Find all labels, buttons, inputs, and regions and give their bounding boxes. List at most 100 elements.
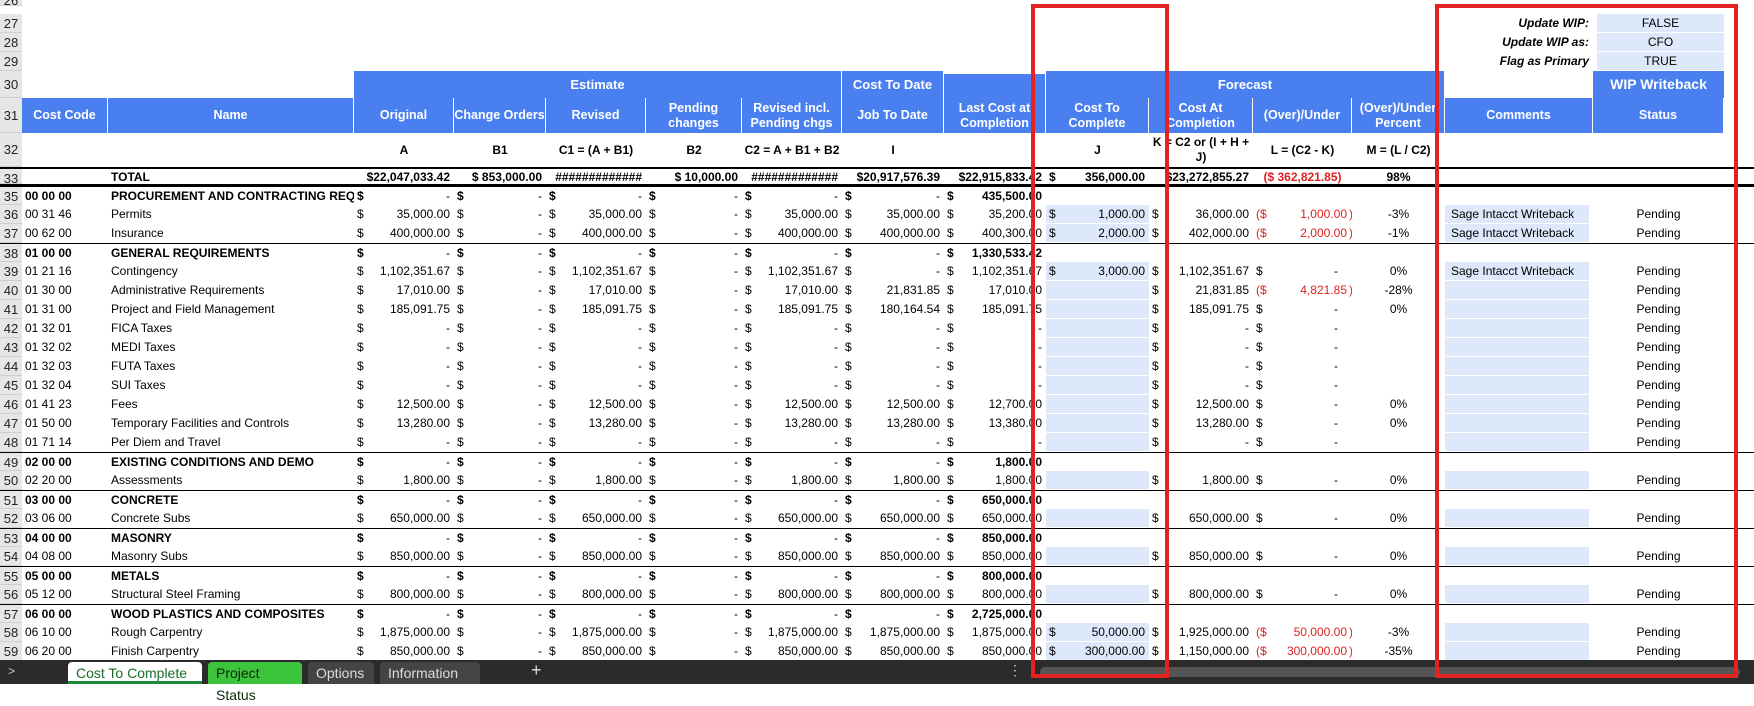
cell-revp[interactable]: $13,280.00 [742,414,842,433]
cell-rev[interactable]: $1,875,000.00 [546,623,646,642]
cost-code[interactable]: 04 08 00 [22,547,108,566]
cost-code[interactable]: 01 00 00 [22,244,108,262]
cell-last[interactable]: $435,500.00 [944,187,1046,205]
cost-to-complete-input[interactable]: $1,000.00 [1046,205,1149,224]
cell-revp[interactable]: $1,102,351.67 [742,262,842,281]
cell-last[interactable]: $1,330,533.42 [944,244,1046,262]
column-header-4[interactable]: Revised [546,98,646,133]
cell-over-under[interactable]: $ - [1253,262,1352,281]
spreadsheet-grid[interactable]: 26 27 Update WIP: FALSE 28 Update WIP as: CFO 2… [0,0,1754,660]
cell-co[interactable]: $ - [454,244,546,262]
cell-over-under[interactable]: ($300,000.00) [1253,642,1352,660]
update-wip-as-value[interactable]: CFO [1597,33,1724,52]
cell-jtd[interactable]: $ - [842,529,944,547]
cell-last[interactable]: $13,380.00 [944,414,1046,433]
cell-orig[interactable]: $12,500.00 [354,395,454,414]
cell-rev[interactable]: $ - [546,453,646,471]
cell-last[interactable]: $185,091.75 [944,300,1046,319]
cell-last[interactable]: $850,000.00 [944,547,1046,566]
cell-last[interactable]: $650,000.00 [944,509,1046,528]
cell-co[interactable]: $ - [454,491,546,509]
cell-revp[interactable]: $17,010.00 [742,281,842,300]
cell-co[interactable]: $ - [454,205,546,224]
cell-pend[interactable]: $ - [646,623,742,642]
cell-revp[interactable]: $1,875,000.00 [742,623,842,642]
cell-pend[interactable]: $ - [646,357,742,376]
comment-input[interactable] [1445,281,1589,300]
row-header[interactable]: 54 [0,547,22,566]
cell-jtd[interactable]: $ - [842,244,944,262]
cell-revp[interactable]: $850,000.00 [742,642,842,660]
column-header-12[interactable]: (Over)/Under Percent [1352,98,1445,133]
cell-revp[interactable]: $ - [742,338,842,357]
cell-cost-at-completion[interactable]: $ - [1149,357,1253,376]
column-header-6[interactable]: Revised incl. Pending chgs [742,98,842,133]
cell-cost-at-completion[interactable]: $ - [1149,376,1253,395]
comment-input[interactable] [1445,376,1589,395]
cell-orig[interactable]: $ - [354,338,454,357]
cell-rev[interactable]: $35,000.00 [546,205,646,224]
cell-last[interactable]: $12,700.00 [944,395,1046,414]
cell-co[interactable]: $ - [454,319,546,338]
row-header[interactable]: 39 [0,262,22,281]
comment-input[interactable] [1445,547,1589,566]
cell-over-under[interactable]: $ - [1253,376,1352,395]
cell-orig[interactable]: $ - [354,357,454,376]
cost-code[interactable]: 01 32 02 [22,338,108,357]
cell-revp[interactable]: $1,800.00 [742,471,842,490]
row-header[interactable]: 36 [0,205,22,224]
cost-code[interactable]: 01 21 16 [22,262,108,281]
cell-revp[interactable]: $ - [742,605,842,623]
cost-code[interactable]: 03 06 00 [22,509,108,528]
row-header[interactable]: 28 [0,33,22,52]
line-item-name[interactable]: MASONRY [108,529,354,547]
cell-co[interactable]: $ - [454,585,546,604]
cell-revp[interactable]: $ - [742,187,842,205]
line-item-name[interactable]: Fees [108,395,354,414]
cell-pend[interactable]: $ - [646,395,742,414]
cell-revp[interactable]: $ - [742,529,842,547]
horizontal-scrollbar[interactable] [1040,667,1740,677]
cell-jtd[interactable]: $800,000.00 [842,585,944,604]
cell-co[interactable]: $ - [454,281,546,300]
cost-code[interactable]: 01 50 00 [22,414,108,433]
cell-cost-at-completion[interactable]: $ - [1149,433,1253,452]
line-item-name[interactable]: Rough Carpentry [108,623,354,642]
cell-over-under[interactable]: $ - [1253,338,1352,357]
row-header[interactable]: 42 [0,319,22,338]
cell-percent[interactable]: 0% [1352,585,1445,604]
row-header[interactable]: 57 [0,605,22,623]
cell-percent[interactable]: 0% [1352,471,1445,490]
cell-orig[interactable]: $1,800.00 [354,471,454,490]
comment-input[interactable] [1445,395,1589,414]
row-header[interactable]: 37 [0,224,22,243]
cost-to-complete-input[interactable]: $2,000.00 [1046,224,1149,243]
cell-pend[interactable]: $ - [646,605,742,623]
cell-orig[interactable]: $ - [354,244,454,262]
line-item-name[interactable]: MEDI Taxes [108,338,354,357]
line-item-name[interactable]: FICA Taxes [108,319,354,338]
cell-rev[interactable]: $ - [546,605,646,623]
cell-over-under[interactable]: $ - [1253,509,1352,528]
row-header[interactable]: 38 [0,244,22,262]
cell-over-under[interactable]: $ - [1253,414,1352,433]
cell-jtd[interactable]: $12,500.00 [842,395,944,414]
cell-co[interactable]: $ - [454,187,546,205]
cell-orig[interactable]: $850,000.00 [354,547,454,566]
cost-code[interactable]: 04 00 00 [22,529,108,547]
column-header-13[interactable]: Comments [1445,98,1593,133]
cell-jtd[interactable]: $ - [842,605,944,623]
more-options-icon[interactable]: ⋮ [1008,662,1022,679]
line-item-name[interactable]: Contingency [108,262,354,281]
row-header[interactable]: 52 [0,509,22,528]
cell-revp[interactable]: $ - [742,433,842,452]
cell-rev[interactable]: $ - [546,376,646,395]
cell-over-under[interactable]: ($1,000.00) [1253,205,1352,224]
line-item-name[interactable]: Assessments [108,471,354,490]
row-header[interactable]: 55 [0,567,22,585]
cell-co[interactable]: $ - [454,376,546,395]
cell-revp[interactable]: $ - [742,491,842,509]
cell-last[interactable]: $35,200.00 [944,205,1046,224]
cell-co[interactable]: $ - [454,414,546,433]
cell-rev[interactable]: $400,000.00 [546,224,646,243]
